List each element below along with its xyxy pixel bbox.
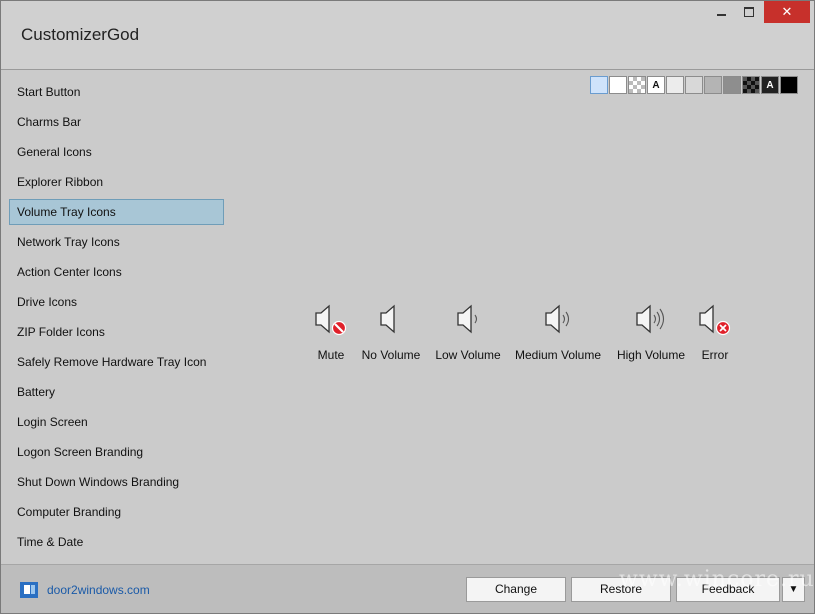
- sidebar-item-time-date[interactable]: Time & Date: [9, 529, 224, 555]
- volume-icon-high-volume[interactable]: High Volume: [613, 301, 689, 362]
- sidebar-item-computer-branding[interactable]: Computer Branding: [9, 499, 224, 525]
- sidebar-item-logon-screen-branding[interactable]: Logon Screen Branding: [9, 439, 224, 465]
- sidebar-item-network-tray-icons[interactable]: Network Tray Icons: [9, 229, 224, 255]
- swatch-letter-a-dark[interactable]: A: [761, 76, 779, 94]
- speaker-low-icon: [457, 304, 478, 334]
- volume-icon-mute[interactable]: Mute: [313, 301, 349, 362]
- category-list: Start Button Charms Bar General Icons Ex…: [1, 70, 236, 564]
- swatch-letter: A: [652, 79, 660, 91]
- speaker-medium-icon: [545, 304, 570, 334]
- volume-icon-label: No Volume: [361, 348, 421, 362]
- swatch-gray[interactable]: [704, 76, 722, 94]
- speaker-error-icon: [699, 304, 731, 336]
- swatch-dark-gray[interactable]: [723, 76, 741, 94]
- volume-icon-label: Low Volume: [435, 348, 501, 362]
- sidebar-item-action-center-icons[interactable]: Action Center Icons: [9, 259, 224, 285]
- title-bar[interactable]: CustomizerGod ✕: [1, 1, 814, 70]
- volume-icon-error[interactable]: Error: [697, 301, 733, 362]
- change-button[interactable]: Change: [466, 577, 566, 602]
- app-window: CustomizerGod ✕ Start Button Charms Bar …: [0, 0, 815, 614]
- sidebar-item-shut-down-branding[interactable]: Shut Down Windows Branding: [9, 469, 224, 495]
- swatch-dark-checker[interactable]: [742, 76, 760, 94]
- sidebar-item-explorer-ribbon[interactable]: Explorer Ribbon: [9, 169, 224, 195]
- brand-text: door2windows.com: [47, 583, 150, 597]
- minimize-icon: [716, 14, 726, 16]
- sidebar-item-charms-bar[interactable]: Charms Bar: [9, 109, 224, 135]
- swatch-very-light-gray[interactable]: [666, 76, 684, 94]
- door2windows-logo-icon: [20, 582, 38, 598]
- sidebar-item-general-icons[interactable]: General Icons: [9, 139, 224, 165]
- swatch-letter: A: [766, 79, 774, 91]
- swatch-black[interactable]: [780, 76, 798, 94]
- maximize-button[interactable]: [737, 1, 761, 23]
- sidebar-item-login-screen[interactable]: Login Screen: [9, 409, 224, 435]
- app-title: CustomizerGod: [21, 25, 140, 44]
- sidebar-item-start-button[interactable]: Start Button: [9, 79, 224, 105]
- maximize-icon: [744, 7, 754, 17]
- background-swatches: A A: [589, 76, 798, 95]
- volume-icon-label: High Volume: [616, 348, 686, 362]
- volume-icon-no-volume[interactable]: No Volume: [356, 301, 426, 362]
- brand-link[interactable]: door2windows.com: [19, 580, 150, 600]
- watermark: www.wincore.ru: [619, 567, 815, 592]
- sidebar-item-volume-tray-icons[interactable]: Volume Tray Icons: [9, 199, 224, 225]
- swatch-light-blue[interactable]: [590, 76, 608, 94]
- volume-icon-label: Medium Volume: [514, 348, 602, 362]
- speaker-icon: [380, 304, 395, 334]
- swatch-checker[interactable]: [628, 76, 646, 94]
- volume-icon-medium-volume[interactable]: Medium Volume: [511, 301, 605, 362]
- speaker-mute-icon: [315, 304, 347, 336]
- sidebar-item-safely-remove-hardware[interactable]: Safely Remove Hardware Tray Icon: [9, 349, 224, 375]
- close-icon: ✕: [781, 4, 793, 20]
- sidebar-item-battery[interactable]: Battery: [9, 379, 224, 405]
- volume-icon-low-volume[interactable]: Low Volume: [432, 301, 504, 362]
- swatch-white[interactable]: [609, 76, 627, 94]
- volume-icon-label: Error: [701, 348, 729, 362]
- speaker-high-icon: [636, 304, 665, 334]
- swatch-light-gray[interactable]: [685, 76, 703, 94]
- swatch-letter-a-light[interactable]: A: [647, 76, 665, 94]
- sidebar-item-drive-icons[interactable]: Drive Icons: [9, 289, 224, 315]
- close-button[interactable]: ✕: [764, 1, 810, 23]
- minimize-button[interactable]: [709, 1, 733, 23]
- volume-icon-label: Mute: [317, 348, 345, 362]
- sidebar-item-zip-folder-icons[interactable]: ZIP Folder Icons: [9, 319, 224, 345]
